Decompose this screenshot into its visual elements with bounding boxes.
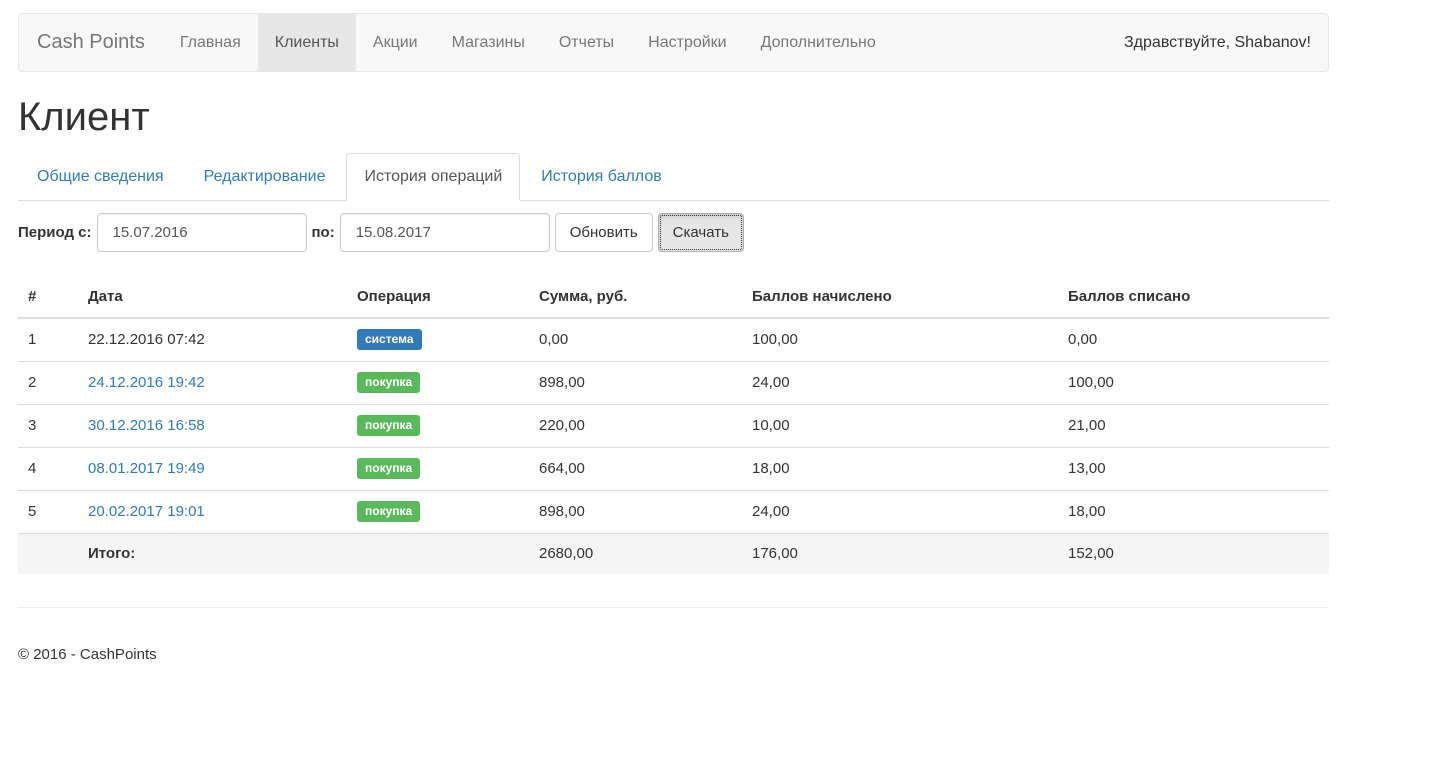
operation-badge: покупка <box>357 501 421 522</box>
row-number: 5 <box>18 489 78 533</box>
total-points-added: 176,00 <box>742 532 1058 574</box>
row-operation-cell: покупка <box>347 360 529 404</box>
operation-badge: покупка <box>357 415 421 436</box>
row-operation-cell: покупка <box>347 489 529 533</box>
refresh-button[interactable]: Обновить <box>554 212 653 252</box>
nav-item-promotions[interactable]: Акции <box>356 14 435 71</box>
nav-item-settings[interactable]: Настройки <box>631 14 743 71</box>
row-date-link[interactable]: 30.12.2016 16:58 <box>88 417 205 434</box>
user-greeting: Здравствуйте, Shabanov! <box>1124 33 1311 51</box>
column-header-date: Дата <box>78 276 347 319</box>
column-header-points-spent: Баллов списано <box>1058 276 1329 319</box>
row-operation-cell: покупка <box>347 446 529 490</box>
total-sum: 2680,00 <box>529 532 742 574</box>
row-points-spent: 13,00 <box>1058 446 1329 490</box>
row-sum: 664,00 <box>529 446 742 490</box>
tab-edit[interactable]: Редактирование <box>185 153 345 200</box>
period-to-label: по: <box>311 223 335 241</box>
nav-item-reports[interactable]: Отчеты <box>542 14 631 71</box>
total-points-spent: 152,00 <box>1058 532 1329 574</box>
row-points-added: 18,00 <box>742 446 1058 490</box>
row-date-link[interactable]: 08.01.2017 19:49 <box>88 460 205 477</box>
row-points-spent: 0,00 <box>1068 331 1098 349</box>
row-date-cell: 08.01.2017 19:49 <box>78 446 347 490</box>
table-body: 1 22.12.2016 07:42 система 0,00 100,00 0,00 2 2… <box>18 318 1329 574</box>
row-points-spent: 21,00 <box>1058 403 1329 447</box>
row-date-link[interactable]: 20.02.2017 19:01 <box>88 503 205 520</box>
total-empty-cell <box>347 532 529 574</box>
download-button[interactable]: Скачать <box>657 212 744 252</box>
row-date-cell: 24.12.2016 19:42 <box>78 360 347 404</box>
footer-divider <box>18 607 1329 608</box>
operation-badge: система <box>357 329 422 351</box>
total-row: Итого: 2680,00 176,00 152,00 <box>18 532 1329 574</box>
row-number: 4 <box>18 446 78 490</box>
row-points-added: 10,00 <box>742 403 1058 447</box>
tab-operations-history[interactable]: История операций <box>346 153 521 201</box>
navbar: Cash Points Главная Клиенты Акции Магази… <box>18 13 1329 72</box>
row-date-cell: 20.02.2017 19:01 <box>78 489 347 533</box>
row-operation-cell: покупка <box>347 403 529 447</box>
row-points-added: 24,00 <box>742 360 1058 404</box>
footer-copyright: © 2016 - CashPoints <box>18 646 157 663</box>
column-header-number: # <box>18 276 78 319</box>
total-empty-cell <box>18 532 78 574</box>
table-row: 3 30.12.2016 16:58 покупка 220,00 10,00 21,00 <box>18 403 1329 447</box>
table-row: 1 22.12.2016 07:42 система 0,00 100,00 0,00 <box>18 318 1329 361</box>
tab-general[interactable]: Общие сведения <box>18 153 183 200</box>
tab-points-history[interactable]: История баллов <box>522 153 680 200</box>
table-header-row: # Дата Операция Сумма, руб. Баллов начис… <box>18 276 1329 319</box>
row-date-cell: 30.12.2016 16:58 <box>78 403 347 447</box>
row-number: 3 <box>18 403 78 447</box>
page-container: Cash Points Главная Клиенты Акции Магази… <box>18 13 1329 663</box>
nav-item-extra[interactable]: Дополнительно <box>744 14 893 71</box>
row-sum: 220,00 <box>529 403 742 447</box>
row-sum: 898,00 <box>529 489 742 533</box>
operation-badge: покупка <box>357 458 421 479</box>
column-header-points-added: Баллов начислено <box>742 276 1058 319</box>
operation-badge: покупка <box>357 372 421 393</box>
row-points-spent: 18,00 <box>1058 489 1329 533</box>
table-row: 2 24.12.2016 19:42 покупка 898,00 24,00 100,0… <box>18 360 1329 404</box>
table-row: 5 20.02.2017 19:01 покупка 898,00 24,00 18,00 <box>18 489 1329 533</box>
row-points-added: 100,00 <box>752 331 798 349</box>
operations-table: # Дата Операция Сумма, руб. Баллов начис… <box>18 276 1329 574</box>
row-number: 2 <box>18 360 78 404</box>
row-number: 1 <box>28 331 37 349</box>
period-from-label: Период с: <box>18 223 92 241</box>
brand-link[interactable]: Cash Points <box>19 14 163 71</box>
column-header-sum: Сумма, руб. <box>529 276 742 319</box>
page-title: Клиент <box>18 95 150 139</box>
tabs: Общие сведения Редактирование История оп… <box>18 153 1329 201</box>
row-sum: 0,00 <box>539 331 569 349</box>
row-operation-cell: система <box>347 318 529 361</box>
table-row: 4 08.01.2017 19:49 покупка 664,00 18,00 13,00 <box>18 446 1329 490</box>
nav-item-stores[interactable]: Магазины <box>435 14 542 71</box>
row-date-cell: 22.12.2016 07:42 <box>78 318 347 361</box>
row-date: 22.12.2016 07:42 <box>88 331 205 349</box>
nav-item-clients[interactable]: Клиенты <box>257 14 356 71</box>
period-from-input[interactable] <box>96 212 307 252</box>
period-to-input[interactable] <box>339 212 550 252</box>
column-header-operation: Операция <box>347 276 529 319</box>
row-sum: 898,00 <box>529 360 742 404</box>
row-date-link[interactable]: 24.12.2016 19:42 <box>88 374 205 391</box>
total-label: Итого: <box>78 532 347 574</box>
nav-item-home[interactable]: Главная <box>163 14 258 71</box>
main-nav: Главная Клиенты Акции Магазины Отчеты На… <box>163 14 893 71</box>
row-points-added: 24,00 <box>742 489 1058 533</box>
row-points-spent: 100,00 <box>1058 360 1329 404</box>
period-filter: Период с: по: Обновить Скачать <box>18 212 749 252</box>
